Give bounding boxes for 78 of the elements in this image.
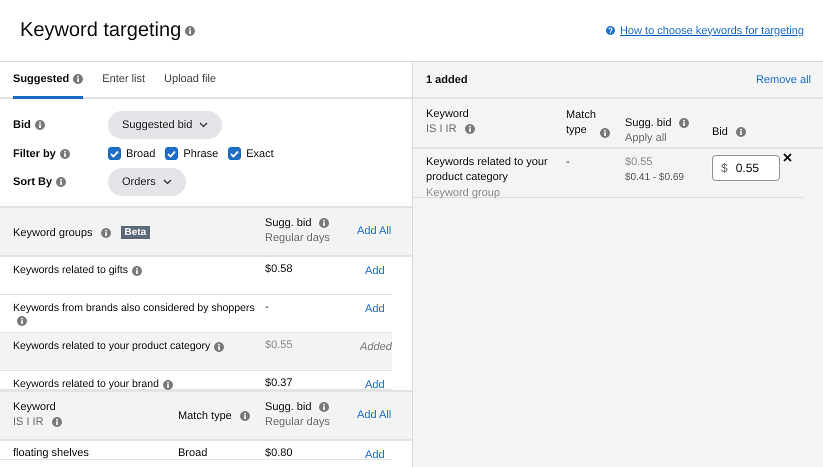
- table-cell-text: $0.55: [265, 339, 294, 351]
- column-header: Match type: [178, 410, 232, 422]
- info-icon[interactable]: [679, 118, 690, 128]
- table-cell-text: $0.80: [265, 447, 294, 459]
- column-header: Sugg. bid: [265, 217, 312, 229]
- info-icon[interactable]: [600, 128, 610, 138]
- table-cell-text: $0.55: [625, 155, 654, 170]
- info-icon[interactable]: [73, 74, 84, 84]
- added-count: 1 added: [426, 74, 468, 86]
- column-header: Sugg. bid: [625, 117, 672, 129]
- column-subheader: Regular days: [265, 416, 331, 428]
- info-icon[interactable]: [52, 417, 62, 427]
- info-icon[interactable]: [34, 120, 45, 130]
- table-cell-text: Keywords related to your product category: [426, 155, 549, 185]
- bid-range: $0.41 - $0.69: [625, 171, 685, 185]
- column-header: Match type: [566, 108, 596, 138]
- tab[interactable]: Enter list: [102, 62, 146, 99]
- add-all-link[interactable]: Add All: [357, 409, 412, 421]
- table-cell-text: $0.58: [265, 263, 294, 275]
- remove-all-link[interactable]: Remove all: [756, 74, 811, 86]
- checkbox[interactable]: [165, 147, 178, 160]
- add-link[interactable]: Add: [357, 377, 412, 391]
- table-cell: Keywords related to your brand: [13, 377, 159, 392]
- checkbox-label: Phrase: [183, 148, 218, 160]
- table-cell-text: -: [566, 155, 571, 170]
- column-header: Keyword: [426, 108, 470, 120]
- table-cell: Keywords related to your product category: [13, 339, 210, 354]
- page-title: Keyword targeting: [20, 19, 182, 42]
- info-icon[interactable]: [319, 218, 330, 228]
- table-cell-text: floating shelves: [13, 447, 90, 459]
- info-icon[interactable]: [100, 228, 110, 238]
- info-icon[interactable]: [60, 148, 70, 158]
- table-cell-text: Broad: [178, 447, 208, 459]
- table-cell: Keywords from brands also considered by shoppers: [13, 301, 255, 316]
- info-icon[interactable]: [240, 411, 250, 421]
- table-cell: Keywords related to gifts: [13, 263, 128, 278]
- info-icon[interactable]: [17, 316, 27, 326]
- add-link[interactable]: Add: [357, 263, 412, 277]
- add-all-link[interactable]: Add All: [357, 225, 412, 237]
- add-link[interactable]: Add: [357, 301, 412, 315]
- caret-icon: [162, 179, 172, 185]
- checkbox-label: Exact: [246, 148, 274, 160]
- info-icon[interactable]: [162, 380, 173, 390]
- field-label: Filter by: [13, 148, 56, 160]
- bid-dropdown[interactable]: Suggested bid: [108, 111, 222, 139]
- info-icon[interactable]: [464, 124, 475, 134]
- info-icon[interactable]: [56, 177, 66, 187]
- column-subheader: IS I IR: [426, 123, 457, 135]
- add-link[interactable]: Add: [357, 447, 412, 461]
- tab[interactable]: Suggested: [13, 62, 84, 99]
- help-icon: [606, 26, 615, 35]
- info-icon[interactable]: [185, 26, 196, 36]
- table-cell-text: -: [265, 301, 270, 313]
- field-label: Bid: [13, 119, 31, 131]
- column-subheader: Regular days: [265, 232, 331, 244]
- help-link[interactable]: How to choose keywords for targeting: [606, 24, 804, 36]
- bid-input[interactable]: $ 0.55: [712, 155, 780, 181]
- column-header: Bid: [712, 126, 728, 138]
- checkbox[interactable]: [228, 147, 242, 160]
- column-subheader: IS I IR: [13, 416, 44, 428]
- column-header: Keyword groups: [13, 226, 92, 238]
- table-cell-text: $0.37: [265, 377, 294, 389]
- added-label: Added: [358, 340, 394, 353]
- keyword-type: Keyword group: [426, 186, 501, 201]
- column-header: Keyword: [13, 401, 57, 413]
- beta-badge: Beta: [120, 226, 150, 239]
- tab[interactable]: Upload file: [164, 62, 216, 99]
- sort-dropdown[interactable]: Orders: [108, 168, 186, 196]
- column-header: Sugg. bid: [265, 401, 312, 413]
- info-icon[interactable]: [319, 402, 330, 412]
- info-icon[interactable]: [736, 126, 746, 136]
- checkbox[interactable]: [108, 147, 121, 160]
- apply-all-link[interactable]: Apply all: [625, 132, 712, 144]
- info-icon[interactable]: [214, 342, 224, 352]
- field-label: Sort By: [13, 176, 52, 188]
- info-icon[interactable]: [132, 266, 142, 276]
- caret-icon: [199, 122, 208, 128]
- checkbox-label: Broad: [126, 148, 156, 160]
